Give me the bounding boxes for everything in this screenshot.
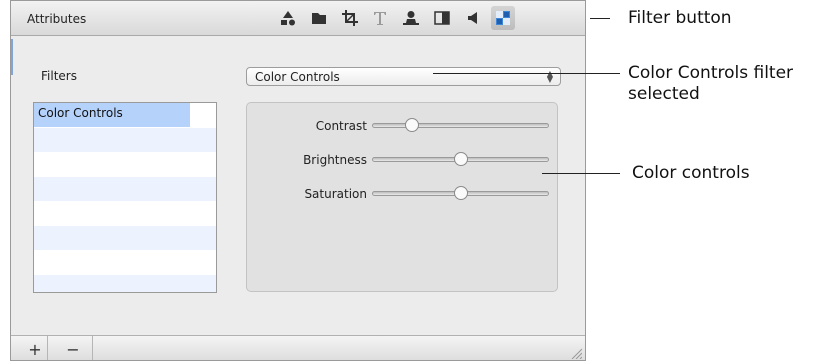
filter-icon[interactable] [491, 6, 515, 30]
text-icon[interactable] [368, 6, 392, 30]
list-item-label: Color Controls [38, 106, 123, 120]
contrast-slider-knob[interactable] [404, 118, 419, 132]
callout-line-filter-selected [433, 73, 620, 74]
brightness-slider-knob[interactable] [453, 152, 468, 166]
inspector-icon[interactable] [430, 6, 454, 30]
list-item[interactable]: Color Controls [34, 103, 216, 128]
saturation-slider[interactable] [372, 186, 549, 200]
info-icon[interactable] [276, 6, 300, 30]
color-controls-group: Contrast Brightness Saturation [246, 102, 558, 292]
person-icon[interactable] [399, 6, 423, 30]
saturation-label: Saturation [304, 187, 367, 201]
filter-list: Color Controls [33, 102, 217, 293]
list-row-empty [34, 201, 216, 226]
callout-filter-button: Filter button [628, 8, 732, 28]
callout-color-controls: Color controls [632, 163, 750, 183]
panel-title: Attributes [27, 12, 87, 26]
remove-button[interactable]: − [54, 336, 93, 360]
panel-edge-marker [11, 39, 13, 75]
list-row-empty [34, 152, 216, 177]
crop-icon[interactable] [338, 6, 362, 30]
filter-select-value: Color Controls [255, 70, 340, 84]
list-row-empty [34, 250, 216, 275]
list-row-empty [34, 225, 216, 250]
folder-icon[interactable] [307, 6, 331, 30]
contrast-slider[interactable] [372, 118, 549, 132]
filters-label: Filters [41, 69, 77, 83]
list-row-empty [34, 176, 216, 201]
speaker-icon[interactable] [461, 6, 485, 30]
callout-filter-selected-line1: Color Controls filter [628, 63, 794, 83]
list-row-empty [34, 127, 216, 152]
bottom-bar: + − [11, 335, 585, 360]
attributes-panel: Attributes Filters Color Controls ▲▼ [10, 0, 586, 361]
filter-select[interactable]: Color Controls ▲▼ [246, 67, 561, 86]
brightness-slider[interactable] [372, 152, 549, 166]
add-button[interactable]: + [23, 336, 48, 360]
callout-line-filter-button [590, 18, 610, 19]
callout-line-color-controls [542, 173, 620, 174]
saturation-slider-knob[interactable] [453, 186, 468, 200]
brightness-label: Brightness [303, 153, 367, 167]
callout-filter-selected-line2: selected [628, 84, 700, 104]
contrast-label: Contrast [315, 119, 367, 133]
list-row-empty [34, 274, 216, 292]
panel-titlebar: Attributes [11, 1, 585, 36]
resize-grip-icon[interactable] [570, 347, 582, 359]
